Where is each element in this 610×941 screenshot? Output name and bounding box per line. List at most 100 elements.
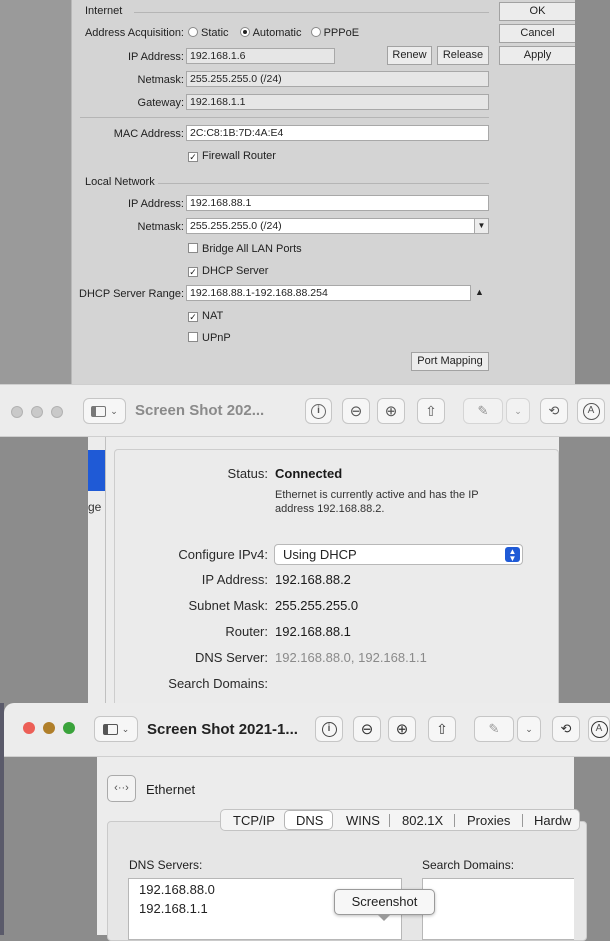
minimize-icon[interactable]	[31, 406, 43, 418]
search-domains-label: Search Domains:	[168, 676, 268, 691]
configure-ipv4-select[interactable]: Using DHCP ▲ ▼	[274, 544, 523, 565]
dns-server-item[interactable]: 192.168.88.0	[139, 882, 215, 897]
zoom-out-button[interactable]: ⊖	[353, 716, 381, 742]
info-button[interactable]: i	[305, 398, 332, 424]
tab-tcpip[interactable]: TCP/IP	[233, 813, 275, 828]
firewall-router-checkbox[interactable]: ✓ Firewall Router	[188, 150, 276, 162]
mac-field[interactable]: 2C:C8:1B:7D:4A:E4	[186, 125, 489, 141]
zoom-in-button[interactable]: ⊕	[388, 716, 416, 742]
sidebar-toggle-button[interactable]: ⌄	[83, 398, 126, 424]
lan-netmask-select[interactable]: 255.255.255.0 (/24) ▼	[186, 218, 489, 234]
group-divider	[158, 183, 489, 184]
background-right	[559, 437, 610, 707]
upnp-box[interactable]	[188, 332, 198, 342]
group-divider	[134, 12, 489, 13]
dns-server-item[interactable]: 192.168.1.1	[139, 901, 208, 916]
radio-automatic[interactable]: Automatic	[239, 27, 302, 39]
zoom-icon[interactable]	[51, 406, 63, 418]
wan-netmask-field[interactable]: 255.255.255.0 (/24)	[186, 71, 489, 87]
background-left	[4, 757, 97, 935]
dhcp-range-field[interactable]: 192.168.88.1-192.168.88.254	[186, 285, 471, 301]
annotate-button[interactable]: A	[577, 398, 605, 424]
bridge-all-checkbox[interactable]: Bridge All LAN Ports	[188, 243, 302, 255]
cancel-button[interactable]: Cancel	[499, 24, 576, 43]
close-icon[interactable]	[23, 722, 35, 734]
local-network-group-title: Local Network	[85, 176, 155, 188]
radio-pppoe-circle[interactable]	[310, 27, 321, 37]
nat-checkbox[interactable]: ✓ NAT	[188, 310, 223, 322]
lan-ip-label: IP Address:	[127, 198, 184, 210]
background-left	[0, 437, 88, 707]
zoom-out-button[interactable]: ⊖	[342, 398, 370, 424]
share-button[interactable]: ⇧	[417, 398, 445, 424]
configure-ipv4-label: Configure IPv4:	[178, 547, 268, 562]
collapse-up-icon[interactable]: ▲	[475, 287, 484, 297]
chevron-down-icon: ⌄	[110, 405, 118, 416]
zoom-in-button[interactable]: ⊕	[377, 398, 405, 424]
radio-pppoe[interactable]: PPPoE	[310, 27, 360, 39]
dropdown-arrow-icon[interactable]: ▼	[474, 219, 488, 233]
firewall-router-box[interactable]: ✓	[188, 152, 198, 162]
internet-group-title: Internet	[85, 5, 123, 17]
radio-automatic-circle[interactable]	[239, 27, 250, 37]
radio-static[interactable]: Static	[188, 27, 229, 39]
lan-netmask-value: 255.255.255.0 (/24)	[190, 220, 282, 232]
minimize-icon[interactable]	[43, 722, 55, 734]
pen-icon: ✎	[488, 721, 500, 736]
markup-menu-button[interactable]: ⌄	[506, 398, 530, 424]
zoom-out-icon: ⊖	[360, 721, 374, 738]
share-icon: ⇧	[436, 720, 448, 737]
gateway-field[interactable]: 192.168.1.1	[186, 94, 489, 110]
tab-proxies[interactable]: Proxies	[467, 813, 510, 828]
rotate-icon: ⟲	[560, 721, 572, 736]
apply-button[interactable]: Apply	[499, 46, 576, 65]
markup-button[interactable]: ✎	[463, 398, 503, 424]
radio-static-circle[interactable]	[188, 27, 198, 37]
radio-pppoe-label: PPPoE	[323, 27, 360, 39]
ok-button[interactable]: OK	[499, 2, 576, 21]
configure-ipv4-value: Using DHCP	[283, 547, 357, 562]
sidebar-icon	[91, 405, 107, 417]
info-button[interactable]: i	[315, 716, 343, 742]
release-button[interactable]: Release	[437, 46, 489, 65]
upnp-label: UPnP	[202, 332, 231, 344]
rotate-button[interactable]: ⟲	[552, 716, 580, 742]
screenshot-tooltip: Screenshot	[334, 889, 435, 915]
ip-address-value: 192.168.88.2	[275, 572, 351, 587]
share-button[interactable]: ⇧	[428, 716, 456, 742]
search-domains-list[interactable]	[422, 878, 574, 940]
sidebar-selected-item[interactable]	[88, 450, 105, 491]
sidebar-icon	[102, 723, 118, 735]
preview-toolbar-1: ⌄ Screen Shot 202... i ⊖ ⊕ ⇧ ✎ ⌄ ⟲ A	[0, 384, 610, 437]
bridge-all-box[interactable]	[188, 243, 198, 253]
lan-ip-field[interactable]: 192.168.88.1	[186, 195, 489, 211]
tab-8021x[interactable]: 802.1X	[402, 813, 443, 828]
firewall-router-label: Firewall Router	[202, 150, 276, 162]
renew-button[interactable]: Renew	[387, 46, 432, 65]
status-description-1: Ethernet is currently active and has the…	[275, 489, 479, 501]
gateway-label: Gateway:	[137, 97, 184, 109]
chevron-down-icon: ⌄	[525, 723, 533, 734]
tab-wins[interactable]: WINS	[346, 813, 380, 828]
nat-box[interactable]: ✓	[188, 312, 198, 322]
bridge-all-label: Bridge All LAN Ports	[202, 243, 302, 255]
rotate-button[interactable]: ⟲	[540, 398, 568, 424]
tab-divider	[522, 814, 523, 827]
tab-dns-label: DNS	[296, 813, 324, 828]
upnp-checkbox[interactable]: UPnP	[188, 332, 231, 344]
annotate-button[interactable]: A	[588, 716, 610, 742]
dns-server-value: 192.168.88.0, 192.168.1.1	[275, 650, 427, 665]
markup-menu-button[interactable]: ⌄	[517, 716, 541, 742]
select-arrows-icon: ▲ ▼	[505, 547, 520, 563]
dhcp-server-box[interactable]: ✓	[188, 267, 198, 277]
ethernet-icon: ‹··›	[107, 775, 136, 802]
mikrotik-quickset-panel: Internet Address Acquisition: Static Aut…	[71, 0, 576, 384]
wan-ip-field[interactable]: 192.168.1.6	[186, 48, 335, 64]
port-mapping-button[interactable]: Port Mapping	[411, 352, 489, 371]
dhcp-server-checkbox[interactable]: ✓ DHCP Server	[188, 265, 268, 277]
sidebar-toggle-button[interactable]: ⌄	[94, 716, 138, 742]
zoom-icon[interactable]	[63, 722, 75, 734]
tab-hardware[interactable]: Hardw	[534, 813, 572, 828]
close-icon[interactable]	[11, 406, 23, 418]
markup-button[interactable]: ✎	[474, 716, 514, 742]
